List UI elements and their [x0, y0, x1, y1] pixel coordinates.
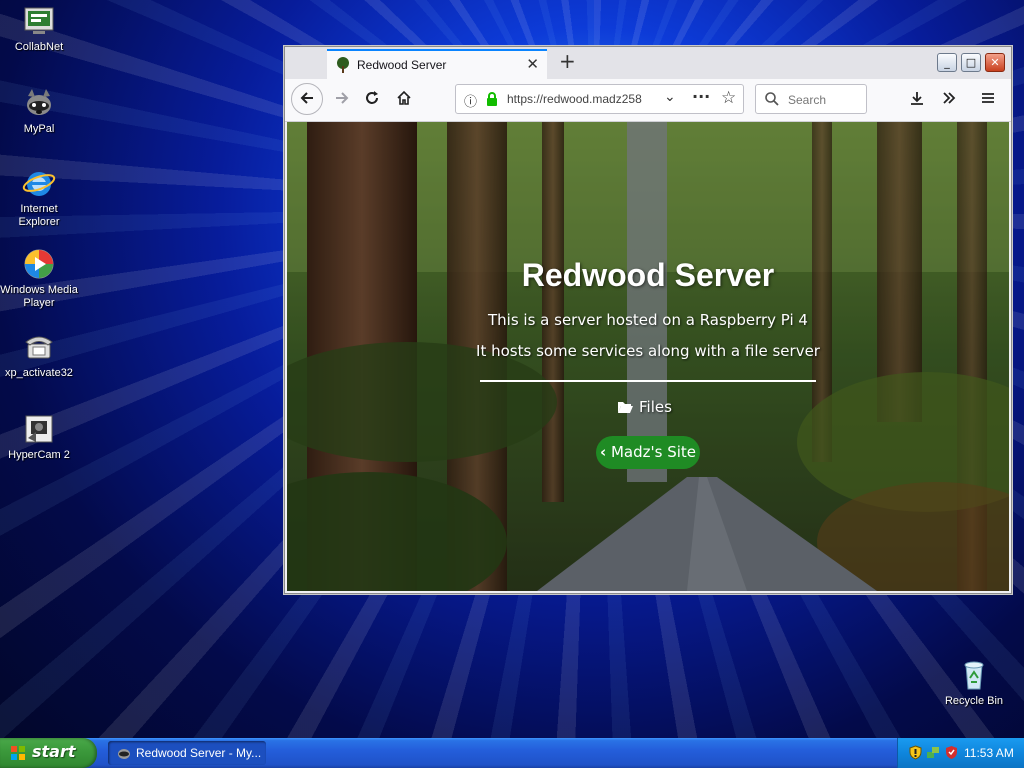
desktop-icon-windows-media-player[interactable]: Windows Media Player	[0, 247, 79, 310]
description-line-1: This is a server hosted on a Raspberry P…	[488, 311, 808, 329]
security-shield-icon[interactable]	[908, 745, 923, 760]
page-content: Redwood Server This is a server hosted o…	[287, 122, 1009, 591]
files-link-label: Files	[639, 398, 672, 416]
home-button[interactable]	[389, 84, 419, 114]
desktop-icon-hypercam[interactable]: HyperCam 2	[0, 412, 79, 462]
download-icon	[911, 92, 923, 105]
tab-close-icon[interactable]: ✕	[526, 55, 539, 73]
desktop-icon-internet-explorer[interactable]: Internet Explorer	[0, 166, 79, 229]
files-link[interactable]: Files	[617, 398, 737, 422]
download-button[interactable]	[902, 84, 932, 114]
desktop-icon-label: Internet Explorer	[18, 203, 60, 228]
collabnet-icon	[24, 7, 54, 34]
double-chevron-right-icon	[943, 92, 956, 104]
url-text[interactable]: https://redwood.madz258	[507, 92, 642, 106]
arrow-left-icon	[300, 92, 313, 104]
desktop-icon-label: HyperCam 2	[8, 449, 70, 461]
search-box[interactable]: Search	[755, 84, 867, 114]
antivirus-shield-icon[interactable]	[944, 745, 959, 760]
media-player-icon	[24, 249, 54, 279]
arrow-right-icon	[336, 92, 349, 104]
address-bar[interactable]: ⓘ https://redwood.madz258 ⌄ ··· ☆	[455, 84, 744, 114]
hero-section: Redwood Server This is a server hosted o…	[287, 122, 1009, 591]
minimize-button[interactable]: _	[937, 53, 957, 72]
desktop-icon-label: MyPal	[23, 123, 55, 135]
tab-title: Redwood Server	[357, 58, 447, 72]
taskbar-item-redwood-server[interactable]: Redwood Server - My...	[108, 741, 266, 765]
info-icon[interactable]: ⓘ	[464, 91, 477, 110]
desktop-icon-mypal[interactable]: MyPal	[0, 86, 79, 136]
tree-favicon-icon	[337, 57, 349, 73]
browser-window: Redwood Server ✕ + _ □ ✕ ⓘ https://redwo…	[284, 46, 1012, 594]
madz-site-button[interactable]: ‹ Madz's Site	[596, 436, 700, 469]
taskbar-item-label: Redwood Server - My...	[136, 746, 262, 760]
maximize-button[interactable]: □	[961, 53, 981, 72]
overflow-button[interactable]	[934, 84, 964, 114]
back-button[interactable]	[291, 83, 323, 115]
chevron-down-icon[interactable]: ⌄	[664, 89, 676, 105]
reload-button[interactable]	[357, 84, 387, 114]
new-tab-button[interactable]: +	[559, 49, 576, 73]
folder-open-icon	[618, 402, 633, 413]
bookmark-star-icon[interactable]: ☆	[721, 88, 736, 108]
desktop-icon-collabnet[interactable]: CollabNet	[0, 4, 79, 54]
menu-button[interactable]	[973, 84, 1003, 114]
network-icon[interactable]	[926, 745, 941, 760]
taskbar: start Redwood Server - My... 11:53 AM	[0, 738, 1024, 768]
hypercam-icon	[25, 415, 53, 443]
tab-bar: Redwood Server ✕ + _ □ ✕	[285, 47, 1011, 79]
start-label: start	[32, 742, 76, 761]
clock[interactable]: 11:53 AM	[964, 746, 1014, 760]
start-button[interactable]: start	[0, 738, 97, 768]
search-icon	[765, 92, 779, 106]
description-line-2: It hosts some services along with a file…	[476, 342, 820, 360]
desktop-icon-label: xp_activate32	[5, 367, 73, 379]
forward-button[interactable]	[327, 84, 357, 114]
desktop-icon-label: CollabNet	[14, 41, 64, 53]
desktop-icon-recycle-bin[interactable]: Recycle Bin	[934, 658, 1014, 708]
search-placeholder: Search	[788, 93, 827, 107]
reload-icon	[366, 91, 378, 104]
desktop-icon-label: Windows Media Player	[0, 284, 78, 309]
desktop-icon-label: Recycle Bin	[944, 695, 1004, 707]
system-tray: 11:53 AM	[897, 738, 1024, 768]
telephone-icon	[25, 336, 53, 359]
page-heading: Redwood Server	[521, 257, 775, 293]
tab-redwood-server[interactable]: Redwood Server ✕	[327, 49, 547, 79]
site-button-label: Madz's Site	[610, 443, 696, 461]
page-actions-icon[interactable]: ···	[692, 87, 710, 106]
windows-logo-icon	[11, 746, 25, 760]
navigation-toolbar: ⓘ https://redwood.madz258 ⌄ ··· ☆ Search	[285, 79, 1011, 122]
divider	[480, 380, 816, 382]
lock-icon	[487, 92, 497, 106]
recycle-bin-icon	[964, 661, 984, 690]
mypal-raccoon-icon	[27, 89, 51, 115]
hamburger-menu-icon	[982, 93, 994, 103]
mypal-app-icon	[118, 749, 130, 759]
close-window-button[interactable]: ✕	[985, 53, 1005, 72]
chevron-left-icon: ‹	[599, 443, 607, 461]
desktop-icon-xp-activate32[interactable]: xp_activate32	[0, 330, 79, 380]
home-icon	[397, 90, 411, 105]
internet-explorer-icon	[22, 172, 56, 196]
